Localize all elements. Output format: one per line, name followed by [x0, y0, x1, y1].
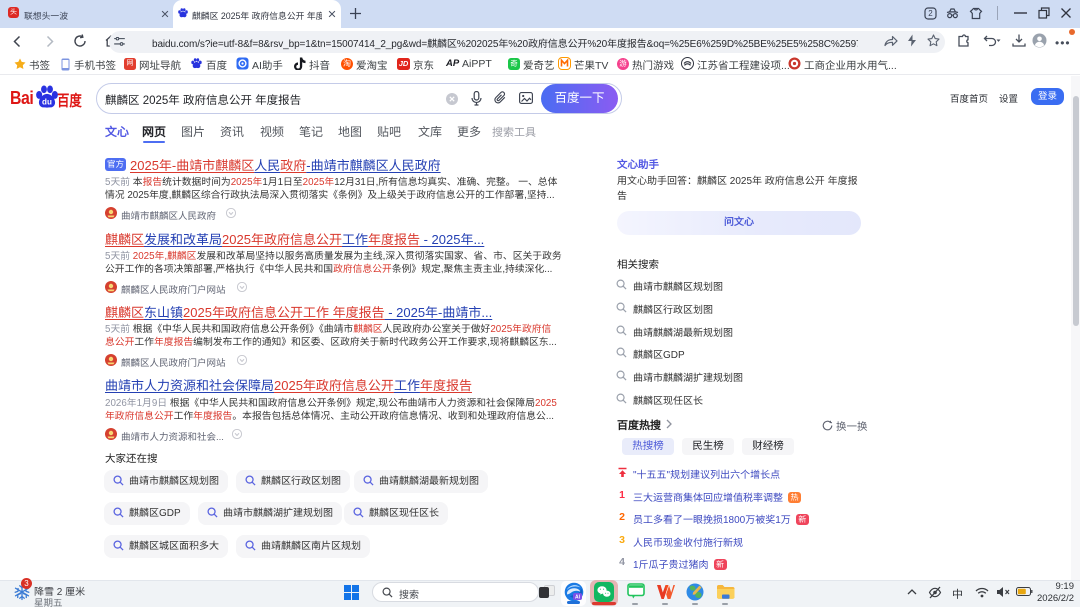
svg-text:du: du	[42, 98, 52, 107]
svg-text:AI: AI	[575, 595, 581, 601]
